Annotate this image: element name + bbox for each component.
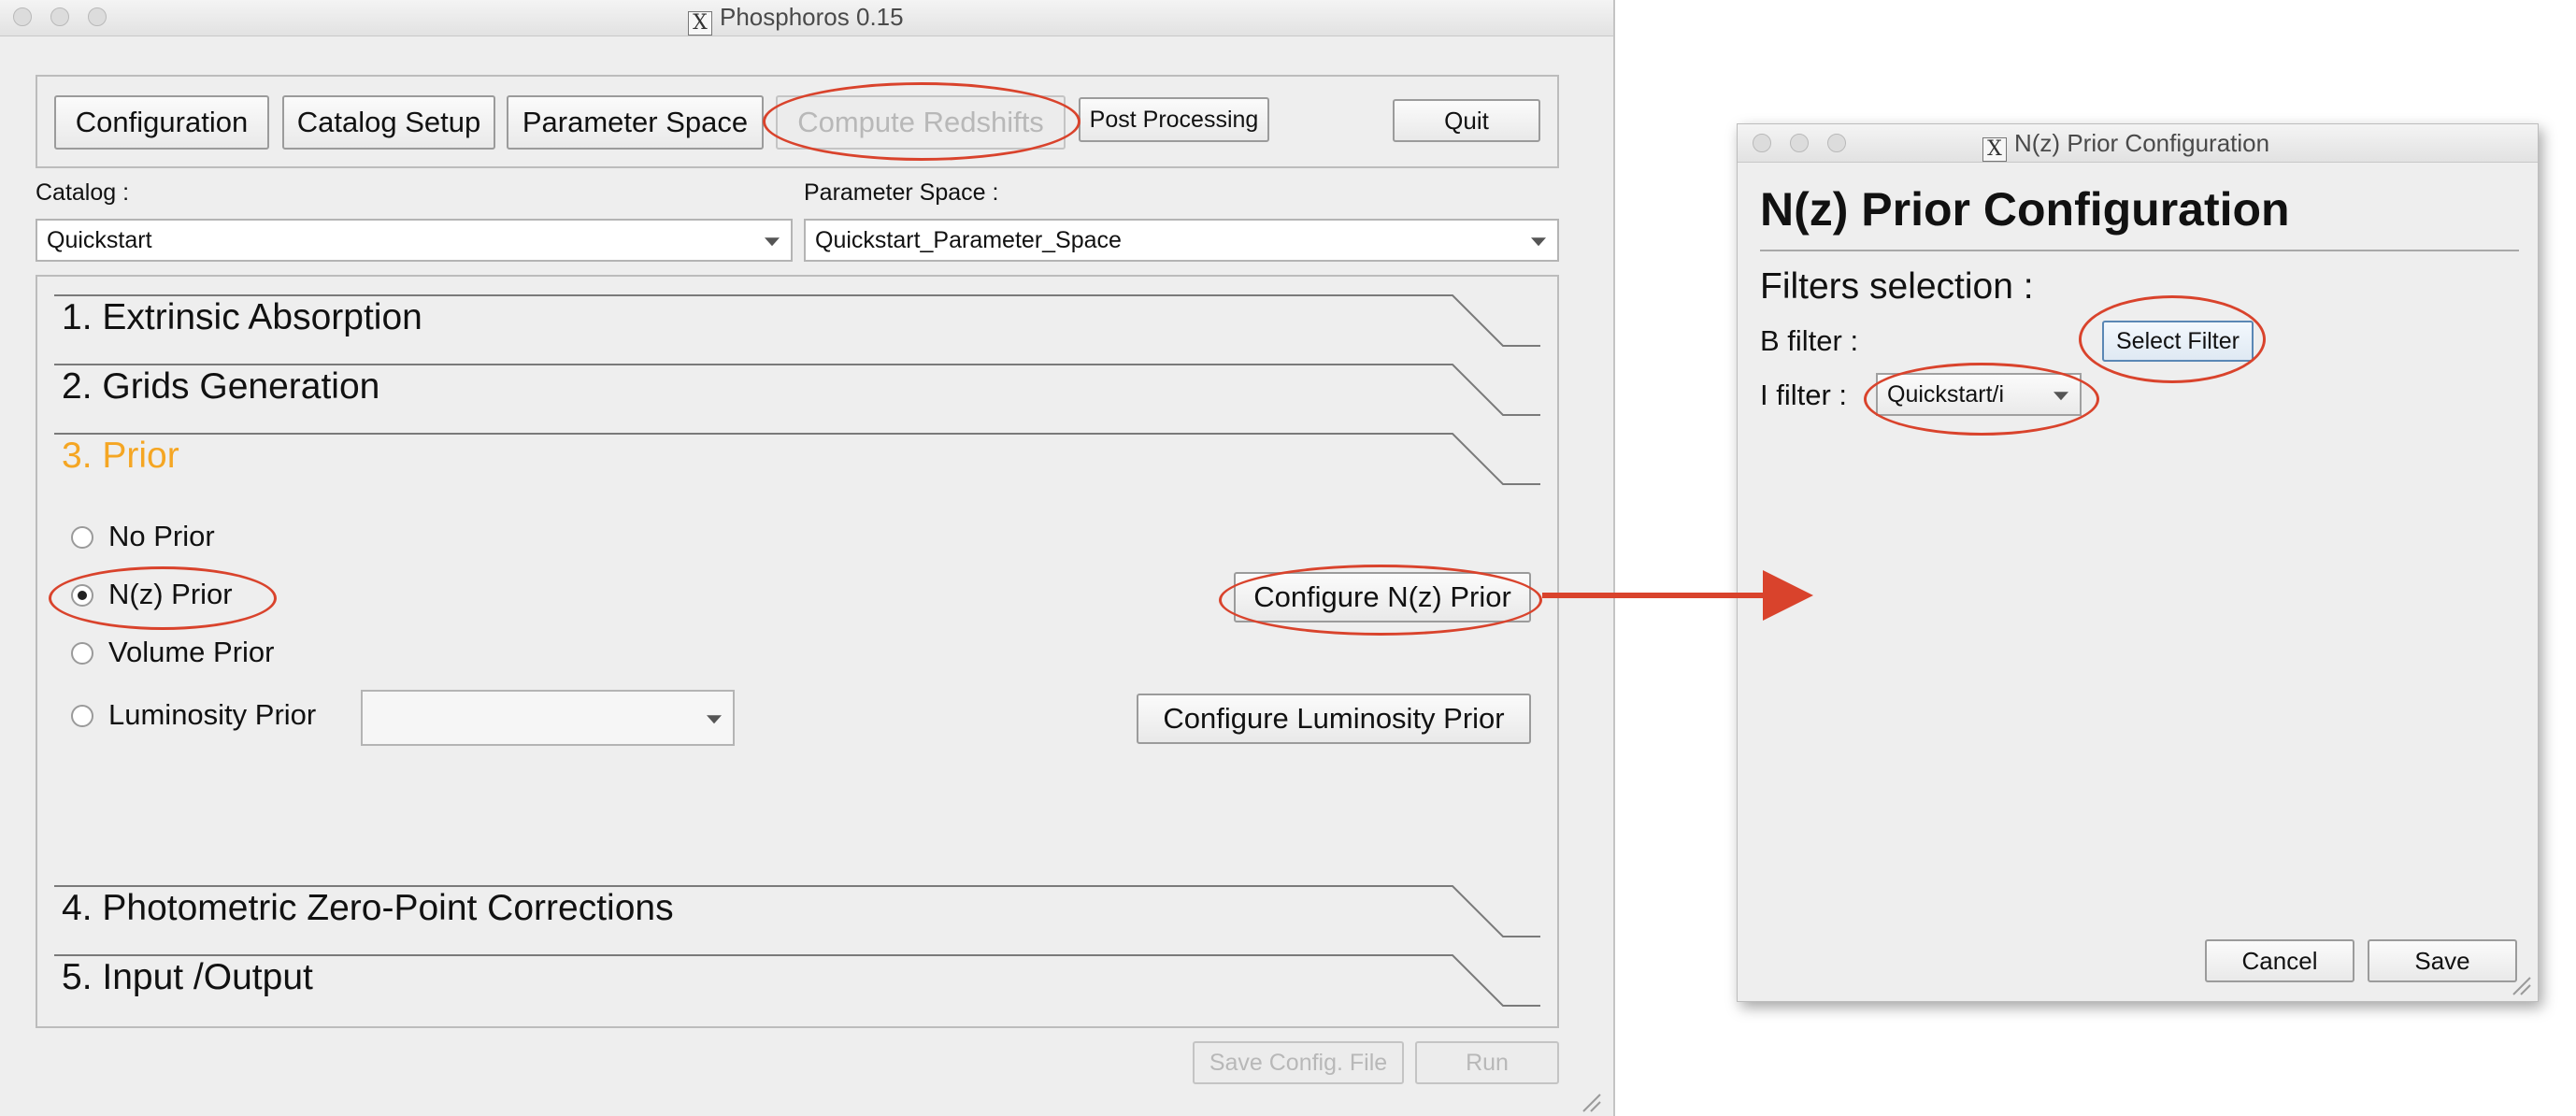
i-filter-select[interactable]: Quickstart/i (1876, 373, 2082, 416)
section-zero-point-corrections[interactable]: 4. Photometric Zero-Point Corrections (62, 888, 674, 929)
dialog-window-title: X N(z) Prior Configuration (1982, 129, 2269, 162)
resize-grip-icon[interactable] (2510, 975, 2532, 995)
nz-prior-label[interactable]: N(z) Prior (108, 578, 233, 611)
luminosity-prior-radio[interactable] (71, 705, 93, 727)
nz-prior-radio[interactable] (71, 584, 93, 607)
run-button[interactable]: Run (1415, 1041, 1559, 1084)
main-window: X Phosphoros 0.15 Configuration Catalog S… (0, 0, 1615, 1116)
no-prior-radio[interactable] (71, 526, 93, 549)
dialog-window-title-text: N(z) Prior Configuration (2014, 129, 2270, 157)
volume-prior-radio[interactable] (71, 642, 93, 665)
dialog-heading: N(z) Prior Configuration (1760, 183, 2290, 236)
no-prior-label[interactable]: No Prior (108, 520, 215, 553)
section-grids-generation[interactable]: 2. Grids Generation (62, 366, 379, 408)
section-extrinsic-absorption[interactable]: 1. Extrinsic Absorption (62, 297, 422, 338)
close-window-icon[interactable] (1753, 134, 1771, 152)
zoom-window-icon[interactable] (1827, 134, 1846, 152)
heading-divider (1760, 250, 2519, 251)
luminosity-prior-label[interactable]: Luminosity Prior (108, 698, 316, 732)
nz-prior-dialog: X N(z) Prior Configuration N(z) Prior Con… (1737, 123, 2539, 1002)
b-filter-label: B filter : (1760, 324, 1859, 357)
resize-grip-icon[interactable] (1580, 1094, 1602, 1112)
cancel-button[interactable]: Cancel (2205, 939, 2354, 982)
dialog-titlebar: X N(z) Prior Configuration (1738, 124, 2538, 163)
configure-luminosity-prior-button[interactable]: Configure Luminosity Prior (1137, 694, 1531, 744)
save-button[interactable]: Save (2368, 939, 2517, 982)
i-filter-label: I filter : (1760, 379, 1848, 411)
configure-nz-prior-button[interactable]: Configure N(z) Prior (1234, 572, 1531, 622)
volume-prior-label[interactable]: Volume Prior (108, 636, 274, 669)
chevron-down-icon (2054, 392, 2068, 401)
section-tab-outlines (54, 294, 1540, 1007)
x11-logo-icon: X (1982, 137, 2007, 162)
minimize-window-icon[interactable] (1790, 134, 1809, 152)
section-input-output[interactable]: 5. Input /Output (62, 957, 313, 998)
select-filter-button[interactable]: Select Filter (2102, 321, 2254, 362)
save-config-file-button[interactable]: Save Config. File (1193, 1041, 1404, 1084)
annotation-arrow (1542, 570, 1813, 621)
i-filter-select-value: Quickstart/i (1887, 380, 2005, 408)
filters-selection-heading: Filters selection : (1760, 266, 2034, 307)
section-3-tab-outline (54, 433, 1540, 485)
chevron-down-icon (707, 715, 722, 724)
section-prior[interactable]: 3. Prior (62, 436, 179, 477)
luminosity-prior-select[interactable] (361, 690, 735, 746)
